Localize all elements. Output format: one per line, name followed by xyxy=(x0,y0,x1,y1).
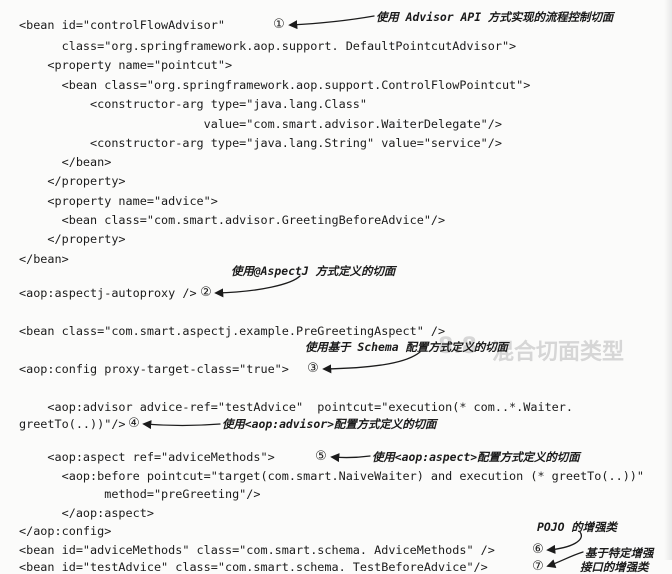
arrow-to-marker-6 xyxy=(546,531,582,554)
annotation-interface-line-2: 接口的增强类 xyxy=(580,560,649,574)
arrow-to-marker-2 xyxy=(214,275,301,298)
code-line-25: <bean id="testAdvice" class="com.smart.s… xyxy=(19,560,488,574)
arrow-to-marker-4 xyxy=(142,420,221,430)
book-page: 8.8 混合切面类型 <bean id="controlFlowAdvisor"… xyxy=(0,0,672,574)
arrow-to-marker-1 xyxy=(288,15,375,30)
arrow-to-marker-7 xyxy=(546,551,584,569)
callout-marker-7: ⑦ xyxy=(532,559,544,574)
arrow-to-marker-3 xyxy=(322,351,421,374)
page-edge-shadow xyxy=(664,0,672,560)
callout-arrows xyxy=(142,15,584,569)
arrow-to-marker-5 xyxy=(330,453,371,463)
